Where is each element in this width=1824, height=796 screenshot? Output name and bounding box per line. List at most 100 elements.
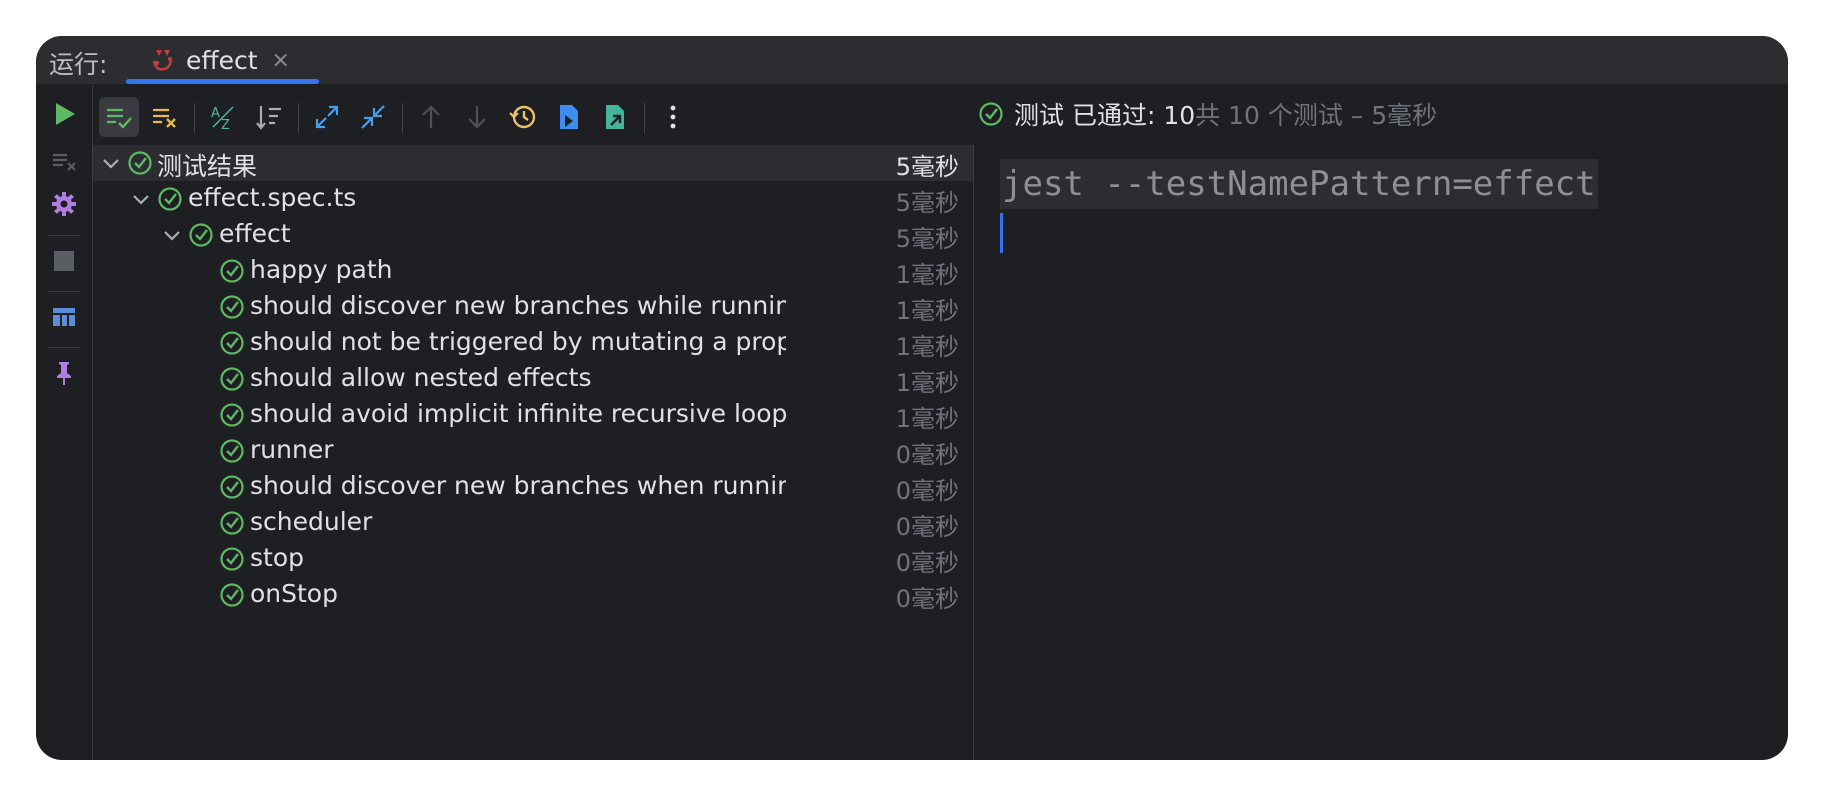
test-row[interactable]: should allow nested effects 1毫秒 [93, 361, 973, 397]
test-name: should allow nested effects [250, 363, 592, 392]
export-tests-button[interactable] [595, 97, 635, 137]
layout-icon [53, 308, 75, 326]
stop-button[interactable] [46, 243, 82, 279]
expand-all-button[interactable] [307, 97, 347, 137]
sort-alpha-button[interactable]: A Z [203, 97, 243, 137]
tree-row-label: 测试结果 [157, 152, 258, 181]
test-duration: 1毫秒 [895, 333, 959, 361]
command-line: jest --testNamePattern=effect [1000, 159, 1598, 209]
play-icon [56, 103, 75, 125]
test-name: should not be triggered by mutating a pr… [250, 327, 786, 356]
tree-row-duration: 5毫秒 [895, 153, 959, 181]
total-tests-duration: 共 10 个测试 – 5毫秒 [1195, 101, 1438, 130]
close-icon[interactable]: × [272, 48, 290, 73]
collapse-all-button[interactable] [353, 97, 393, 137]
rail-divider [48, 347, 80, 348]
pin-button[interactable] [46, 355, 82, 391]
passed-check-icon [220, 475, 244, 499]
test-row[interactable]: onStop 0毫秒 [93, 577, 973, 613]
gear-icon [52, 192, 76, 216]
test-status-summary: 测试 已通过: 10 共 10 个测试 – 5毫秒 [978, 94, 1437, 134]
expand-all-icon [315, 105, 339, 129]
passed-count: 测试 已通过: 10 [1014, 101, 1196, 130]
tree-suite-row[interactable]: effect 5毫秒 [93, 217, 973, 253]
text-caret [1000, 213, 1003, 253]
show-ignored-button[interactable] [145, 97, 185, 137]
more-options-button[interactable] [653, 97, 693, 137]
tab-effect[interactable]: effect × [150, 36, 290, 84]
test-row[interactable]: should avoid implicit infinite recursive… [93, 397, 973, 433]
toolbar-divider [644, 103, 645, 133]
passed-check-icon [220, 295, 244, 319]
test-duration: 0毫秒 [895, 441, 959, 469]
test-duration: 0毫秒 [895, 549, 959, 577]
sort-duration-button[interactable] [249, 97, 289, 137]
show-passed-button[interactable] [99, 97, 139, 137]
rail-divider [48, 235, 80, 236]
test-row[interactable]: should not be triggered by mutating a pr… [93, 325, 973, 361]
test-row[interactable]: should discover new branches while runni… [93, 289, 973, 325]
sort-alpha-icon: A Z [211, 106, 234, 131]
arrow-down-icon [468, 106, 486, 129]
passed-check-icon [220, 583, 244, 607]
test-row[interactable]: stop 0毫秒 [93, 541, 973, 577]
tree-row-label: effect [219, 219, 291, 248]
passed-check-icon [189, 223, 213, 247]
tree-row-duration: 5毫秒 [895, 225, 959, 253]
test-duration: 1毫秒 [895, 405, 959, 433]
show-ignored-icon [153, 108, 176, 128]
settings-button[interactable] [46, 186, 82, 222]
history-button[interactable] [503, 97, 543, 137]
jest-icon [152, 50, 173, 71]
tab-title: effect [186, 45, 258, 75]
passed-check-icon [128, 151, 152, 175]
test-name: onStop [250, 579, 338, 608]
console-output[interactable]: jest --testNamePattern=effect [974, 145, 1788, 760]
passed-check-icon [220, 259, 244, 283]
chevron-down-icon[interactable] [162, 225, 182, 245]
chevron-down-icon[interactable] [101, 153, 121, 173]
toolbar-divider [402, 103, 403, 133]
toolbar-divider [298, 103, 299, 133]
test-row[interactable]: scheduler 0毫秒 [93, 505, 973, 541]
test-toolbar: A Z [93, 85, 973, 145]
history-icon [509, 105, 536, 129]
left-rail [36, 85, 93, 760]
sort-duration-icon [256, 106, 281, 130]
test-duration: 1毫秒 [895, 369, 959, 397]
more-vertical-icon [670, 105, 676, 129]
passed-check-icon [220, 331, 244, 355]
test-duration: 1毫秒 [895, 261, 959, 289]
run-tool-window: 运行: effect × A Z 测试 已通过: 10 共 10 个测试 – 5… [36, 36, 1788, 760]
import-tests-icon [560, 105, 578, 129]
clear-button[interactable] [46, 143, 82, 179]
layout-button[interactable] [46, 299, 82, 335]
svg-text:Z: Z [221, 118, 230, 131]
test-row[interactable]: runner 0毫秒 [93, 433, 973, 469]
previous-test-button[interactable] [411, 97, 451, 137]
collapse-all-icon [361, 105, 385, 129]
import-tests-button[interactable] [549, 97, 589, 137]
export-tests-icon [606, 105, 624, 129]
test-row[interactable]: happy path 1毫秒 [93, 253, 973, 289]
passed-check-icon [220, 367, 244, 391]
passed-check-icon [979, 102, 1003, 126]
test-row[interactable]: should discover new branches when runnin… [93, 469, 973, 505]
active-tab-indicator [126, 79, 319, 84]
clear-all-icon [53, 153, 76, 171]
test-name: stop [250, 543, 304, 572]
test-name: should discover new branches when runnin… [250, 471, 786, 500]
tree-file-row[interactable]: effect.spec.ts 5毫秒 [93, 181, 973, 217]
toolbar-divider [194, 103, 195, 133]
pin-icon [57, 362, 71, 385]
rail-divider [48, 291, 80, 292]
tree-root-row[interactable]: 测试结果 5毫秒 [93, 145, 973, 181]
chevron-down-icon[interactable] [131, 189, 151, 209]
passed-check-icon [220, 547, 244, 571]
rerun-button[interactable] [46, 96, 82, 132]
test-name: should discover new branches while runni… [250, 291, 786, 320]
test-duration: 0毫秒 [895, 477, 959, 505]
next-test-button[interactable] [457, 97, 497, 137]
test-duration: 0毫秒 [895, 585, 959, 613]
run-tab-bar: 运行: effect × [36, 36, 1788, 85]
